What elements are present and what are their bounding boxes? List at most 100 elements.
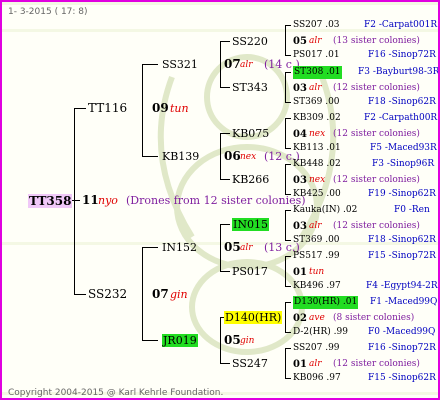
gen4-race: alr [309, 83, 322, 93]
gen4-note: (12 sister colonies) [333, 129, 420, 139]
connector-line [74, 294, 86, 295]
gen2-queen[interactable]: SS321 [162, 58, 198, 71]
gen4-queen[interactable]: SS207 .03 [293, 19, 340, 32]
gen4-note: (8 sister colonies) [333, 313, 415, 323]
gen4-queen[interactable]: KB425 .00 [293, 188, 341, 201]
gen4-race: ave [309, 313, 325, 323]
gen4-race: alr [309, 359, 322, 369]
connector-line [220, 41, 221, 87]
gen4-queen[interactable]: KB448 .02 [293, 158, 341, 171]
connector-line [285, 164, 286, 194]
gen2-generation: 06 [224, 149, 241, 163]
gen4-generation: 03 [293, 175, 307, 186]
gen1-race: tun [170, 102, 189, 115]
gen4-generation: 05 [293, 36, 307, 47]
root-race: nyo [98, 194, 118, 207]
gen4-queen[interactable]: Kauka(IN) .02 [293, 204, 357, 217]
gen4-place: F19 -Sinop62R [368, 189, 436, 199]
connector-line [74, 108, 75, 295]
connector-line [285, 256, 291, 257]
gen4-queen[interactable]: PS517 .99 [293, 250, 340, 263]
connector-line [142, 340, 158, 341]
gen4-queen[interactable]: KB309 .02 [293, 112, 341, 125]
connector-line [285, 102, 291, 103]
connector-line [285, 72, 286, 102]
gen4-place: F16 -Sinop72R [368, 50, 436, 60]
connector-line [220, 87, 230, 88]
gen4-queen[interactable]: D130(HR) .01 [293, 296, 359, 309]
gen3-queen[interactable]: PS017 [232, 265, 268, 278]
connector-line [285, 378, 291, 379]
gen3-queen[interactable]: KB075 [232, 127, 269, 140]
connector-line [285, 348, 291, 349]
connector-line [142, 247, 158, 248]
gen4-queen[interactable]: KB496 .97 [293, 280, 341, 293]
gen4-place: F4 -Egypt94-2R [366, 281, 438, 291]
gen2-race: alr [240, 60, 253, 70]
gen4-note: (12 sister colonies) [333, 359, 420, 369]
connector-line [220, 317, 221, 363]
gen4-note: (12 sister colonies) [333, 83, 420, 93]
gen4-place: F18 -Sinop62R [368, 97, 436, 107]
gen4-queen[interactable]: PS017 .01 [293, 49, 340, 62]
gen1-queen[interactable]: TT116 [88, 102, 127, 115]
connector-line [285, 348, 286, 378]
gen4-queen[interactable]: D-2(HR) .99 [293, 326, 348, 339]
connector-line [220, 224, 230, 225]
gen1-queen[interactable]: SS232 [88, 288, 127, 301]
connector-line [220, 224, 221, 271]
connector-line [285, 286, 291, 287]
connector-line [285, 210, 286, 240]
gen4-place: F5 -Maced93R [370, 143, 437, 153]
gen4-note: (13 sister colonies) [333, 36, 420, 46]
gen4-queen[interactable]: ST369 .00 [293, 96, 340, 109]
gen4-generation: 01 [293, 267, 307, 278]
gen3-queen[interactable]: D140(HR) [224, 311, 283, 324]
gen4-race: alr [309, 36, 322, 46]
gen4-place: F18 -Sinop62R [368, 235, 436, 245]
connector-line [285, 302, 286, 332]
gen3-queen[interactable]: SS220 [232, 35, 268, 48]
gen4-place: F15 -Sinop62R [368, 373, 436, 383]
gen4-queen[interactable]: ST308 .01 [293, 66, 342, 79]
gen4-note: (12 sister colonies) [333, 175, 420, 185]
gen4-place: F2 -Carpath00R [364, 113, 438, 123]
gen4-race: tun [309, 267, 325, 277]
gen2-queen[interactable]: JR019 [162, 334, 198, 347]
connector-line [285, 72, 291, 73]
connector-line [285, 25, 291, 26]
connector-line [142, 64, 143, 156]
gen4-queen[interactable]: KB113 .01 [293, 142, 341, 155]
pedigree-chart: { "header": {"date": "1- 3-2015 ( 17: 8)… [0, 0, 440, 400]
gen4-generation: 03 [293, 83, 307, 94]
connector-line [74, 108, 86, 109]
connector-line [285, 164, 291, 165]
copyright-text: Copyright 2004-2015 @ Karl Kehrle Founda… [8, 388, 224, 398]
gen4-place: F2 -Carpat001R [364, 20, 438, 30]
root-note: (Drones from 12 sister colonies) [126, 194, 306, 207]
date-stamp: 1- 3-2015 ( 17: 8) [8, 7, 88, 17]
background-stripe [2, 2, 438, 5]
gen2-queen[interactable]: KB139 [162, 150, 199, 163]
gen3-queen[interactable]: SS247 [232, 357, 268, 370]
gen4-queen[interactable]: ST369 .00 [293, 234, 340, 247]
gen1-race: gin [170, 288, 188, 301]
gen2-queen[interactable]: IN152 [162, 241, 197, 254]
gen2-generation: 05 [224, 240, 241, 254]
gen4-queen[interactable]: SS207 .99 [293, 342, 340, 355]
gen4-queen[interactable]: KB096 .97 [293, 372, 341, 385]
connector-line [285, 148, 291, 149]
gen4-place: F15 -Sinop72R [368, 251, 436, 261]
root-queen-name[interactable]: TT358 [28, 194, 73, 208]
gen2-race: alr [240, 243, 253, 253]
gen3-queen[interactable]: ST343 [232, 81, 268, 94]
gen2-race: nex [240, 152, 257, 162]
gen4-place: F3 -Sinop96R [372, 159, 435, 169]
root-generation: 11 [82, 193, 99, 207]
gen3-queen[interactable]: KB266 [232, 173, 269, 186]
connector-line [285, 332, 291, 333]
gen4-place: F0 -Ren [394, 205, 430, 215]
connector-line [285, 210, 291, 211]
connector-line [285, 55, 291, 56]
gen3-queen[interactable]: IN015 [232, 218, 269, 231]
